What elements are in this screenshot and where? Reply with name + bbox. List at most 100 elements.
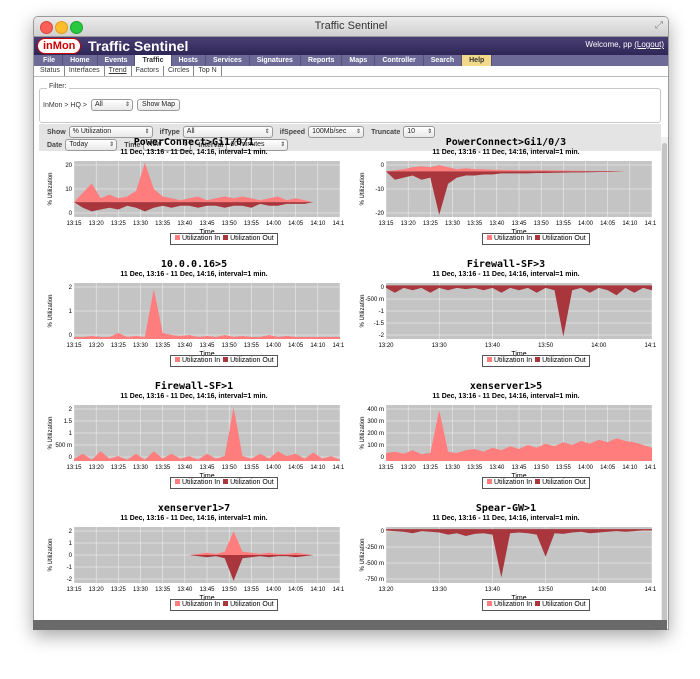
x-tick-label: 14:05 — [600, 465, 616, 471]
logout-link[interactable]: (Logout) — [634, 40, 664, 49]
x-tick-label: 14:00 — [591, 587, 607, 593]
x-tick-label: 14:15 — [644, 221, 656, 227]
x-tick-label: 13:50 — [222, 343, 238, 349]
fullscreen-icon[interactable]: ⤢ — [655, 20, 663, 31]
x-tick-label: 13:20 — [378, 343, 394, 349]
menu-tab-events[interactable]: Events — [98, 55, 136, 66]
x-tick-label: 13:35 — [155, 587, 171, 593]
x-tick-label: 13:20 — [401, 221, 417, 227]
x-tick-label: 13:50 — [222, 587, 238, 593]
sub-menu: Status Interfaces Trend Factors Circles Top N — [34, 66, 668, 77]
y-axis-label: % Utilization — [360, 172, 366, 205]
chart-subtitle: 11 Dec, 13:16 - 11 Dec, 14:16, interval=… — [432, 515, 580, 522]
menu-tab-maps[interactable]: Maps — [342, 55, 376, 66]
x-tick-label: 14:15 — [332, 221, 344, 227]
x-tick-label: 14:00 — [578, 465, 594, 471]
x-tick-label: 13:15 — [66, 343, 82, 349]
x-tick-label: 13:35 — [467, 221, 483, 227]
x-tick-label: 13:50 — [534, 221, 550, 227]
y-tick-label: 2 — [69, 285, 73, 291]
x-tick-label: 14:15 — [644, 465, 656, 471]
x-tick-label: 14:05 — [288, 465, 304, 471]
trend-chart-7: xenserver1>7 11 Dec, 13:16 - 11 Dec, 14:1… — [44, 503, 344, 615]
menu-tab-traffic[interactable]: Traffic — [135, 55, 172, 66]
x-tick-label: 13:20 — [89, 343, 105, 349]
y-tick-label: -2 — [67, 577, 73, 583]
x-tick-label: 14:10 — [310, 343, 326, 349]
chart-title: xenserver1>5 — [469, 381, 543, 392]
legend-label-in: Utilization In — [182, 601, 221, 608]
x-tick-label: 14:05 — [288, 343, 304, 349]
truncate-label: Truncate — [371, 128, 401, 136]
submenu-item-top-n[interactable]: Top N — [194, 66, 222, 76]
scrollbar-thumb[interactable] — [662, 143, 667, 621]
show-map-button[interactable]: Show Map — [136, 99, 181, 111]
menu-tab-search[interactable]: Search — [424, 55, 463, 66]
legend-swatch-out — [535, 357, 541, 362]
legend-label-in: Utilization In — [182, 479, 221, 486]
chart-subtitle: 11 Dec, 13:16 - 11 Dec, 14:16, interval=… — [120, 393, 268, 400]
legend-swatch-out — [535, 235, 541, 240]
menu-tab-signatures[interactable]: Signatures — [250, 55, 301, 66]
y-tick-label: 10 — [65, 187, 72, 193]
x-tick-label: 13:40 — [489, 221, 505, 227]
legend-label-out: Utilization Out — [230, 601, 274, 608]
y-tick-label: -20 — [375, 211, 384, 217]
title-bar: Traffic Sentinel ⤢ — [34, 17, 668, 37]
menu-tab-services[interactable]: Services — [206, 55, 250, 66]
menu-tab-help[interactable]: Help — [462, 55, 493, 66]
submenu-item-status[interactable]: Status — [36, 66, 65, 76]
chart-title: PowerConnect>Gi1/0/3 — [445, 137, 567, 148]
ifspeed-select-value: 100Mb/sec — [312, 128, 347, 135]
chart-subtitle: 11 Dec, 13:16 - 11 Dec, 14:16, interval=… — [432, 271, 580, 278]
x-tick-label: 13:40 — [177, 587, 193, 593]
legend-swatch-out — [223, 235, 229, 240]
y-tick-label: -2 — [379, 333, 385, 339]
y-tick-label: 0 — [381, 163, 385, 169]
x-tick-label: 13:55 — [244, 587, 260, 593]
menu-tab-hosts[interactable]: Hosts — [172, 55, 206, 66]
x-tick-label: 13:45 — [199, 465, 215, 471]
chart-plot: 13:15 13:20 13:25 13:30 13:35 13:40 13:45 13:50… — [48, 161, 344, 236]
y-tick-label: 0 — [69, 211, 73, 217]
legend-label-out: Utilization Out — [230, 357, 274, 364]
trend-chart-1: PowerConnect>Gi1/0/1 11 Dec, 13:16 - 11 D… — [44, 137, 344, 249]
x-tick-label: 13:20 — [89, 221, 105, 227]
trend-chart-2: PowerConnect>Gi1/0/3 11 Dec, 13:16 - 11 D… — [356, 137, 656, 249]
inmon-logo: inMon — [37, 38, 82, 54]
x-tick-label: 14:05 — [600, 221, 616, 227]
legend-label-out: Utilization Out — [542, 601, 586, 608]
submenu-item-interfaces[interactable]: Interfaces — [65, 66, 105, 76]
scope-select[interactable]: All ⇕ — [90, 99, 133, 111]
menu-tab-home[interactable]: Home — [63, 55, 98, 66]
x-tick-label: 13:20 — [401, 465, 417, 471]
menu-tab-controller[interactable]: Controller — [375, 55, 424, 66]
x-tick-label: 14:10 — [310, 587, 326, 593]
x-tick-label: 14:10 — [644, 587, 656, 593]
chart-title: Spear-GW>1 — [475, 503, 537, 514]
submenu-item-factors[interactable]: Factors — [132, 66, 164, 76]
x-tick-label: 13:25 — [111, 221, 127, 227]
chart-plot: 13:15 13:20 13:25 13:30 13:35 13:40 13:45 13:50… — [48, 527, 344, 602]
submenu-item-trend[interactable]: Trend — [105, 66, 132, 76]
x-tick-label: 13:40 — [177, 343, 193, 349]
x-tick-label: 13:15 — [66, 465, 82, 471]
menu-tab-reports[interactable]: Reports — [301, 55, 343, 66]
y-tick-label: 400 m — [367, 407, 384, 413]
app-window: Traffic Sentinel ⤢ inMon Traffic Sentine… — [33, 16, 669, 630]
submenu-item-circles[interactable]: Circles — [164, 66, 195, 76]
legend-swatch-out — [535, 479, 541, 484]
x-tick-label: 13:30 — [432, 343, 448, 349]
x-tick-label: 13:40 — [177, 465, 193, 471]
legend-swatch-in — [175, 235, 180, 240]
y-tick-label: 2 — [69, 529, 73, 535]
legend-label-in: Utilization In — [494, 479, 533, 486]
menu-tab-file[interactable]: File — [36, 55, 64, 66]
x-tick-label: 13:35 — [155, 343, 171, 349]
x-tick-label: 13:50 — [538, 587, 554, 593]
y-axis-label: % Utilization — [48, 294, 54, 327]
legend-swatch-in — [487, 235, 492, 240]
scope-select-value: All — [94, 101, 103, 108]
chart-subtitle: 11 Dec, 13:16 - 11 Dec, 14:16, interval=… — [432, 149, 580, 156]
x-tick-label: 13:25 — [111, 465, 127, 471]
